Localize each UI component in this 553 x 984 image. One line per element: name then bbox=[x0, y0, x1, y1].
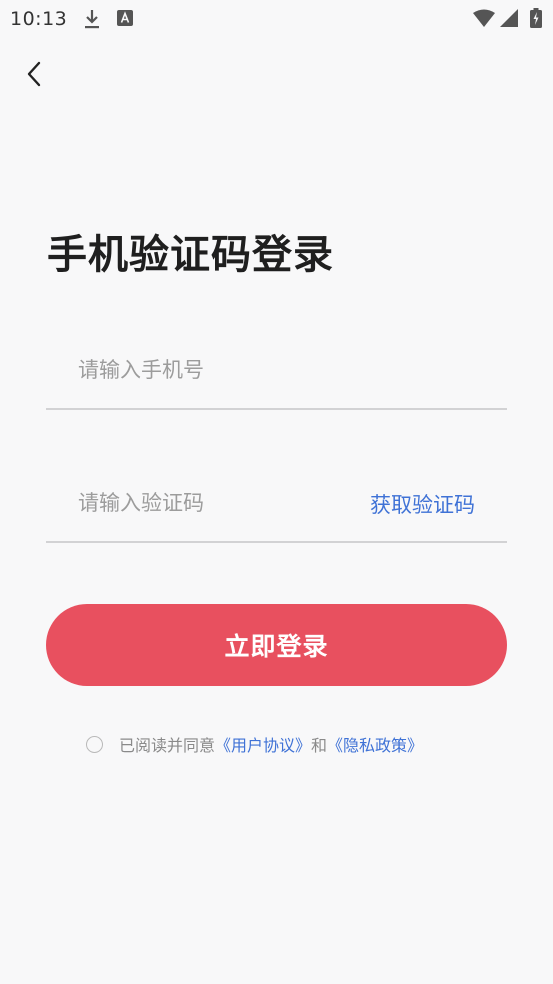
status-time: 10:13 bbox=[10, 8, 68, 30]
verification-code-input[interactable] bbox=[78, 481, 358, 525]
agreement-conjunction: 和 bbox=[311, 736, 328, 755]
login-button[interactable]: 立即登录 bbox=[46, 604, 507, 686]
phone-field bbox=[46, 338, 507, 410]
wifi-icon bbox=[473, 9, 495, 31]
chevron-left-icon bbox=[24, 60, 44, 92]
user-agreement-link[interactable]: 《用户协议》 bbox=[215, 732, 311, 756]
agree-checkbox[interactable] bbox=[86, 735, 103, 753]
phone-input[interactable] bbox=[78, 348, 358, 392]
verification-code-field: 获取验证码 bbox=[46, 471, 507, 543]
battery-icon bbox=[530, 8, 542, 32]
get-code-button[interactable]: 获取验证码 bbox=[370, 489, 475, 519]
privacy-policy-link[interactable]: 《隐私政策》 bbox=[327, 732, 423, 756]
status-bar: 10:13 bbox=[0, 0, 553, 38]
signal-icon bbox=[500, 9, 518, 31]
page-title: 手机验证码登录 bbox=[47, 232, 334, 278]
agreement-row: 已阅读并同意 《用户协议》 和 《隐私政策》 bbox=[86, 732, 423, 756]
a-icon bbox=[117, 10, 133, 30]
agreement-prefix: 已阅读并同意 bbox=[119, 736, 216, 755]
download-icon bbox=[82, 8, 102, 34]
back-button[interactable] bbox=[16, 58, 52, 94]
